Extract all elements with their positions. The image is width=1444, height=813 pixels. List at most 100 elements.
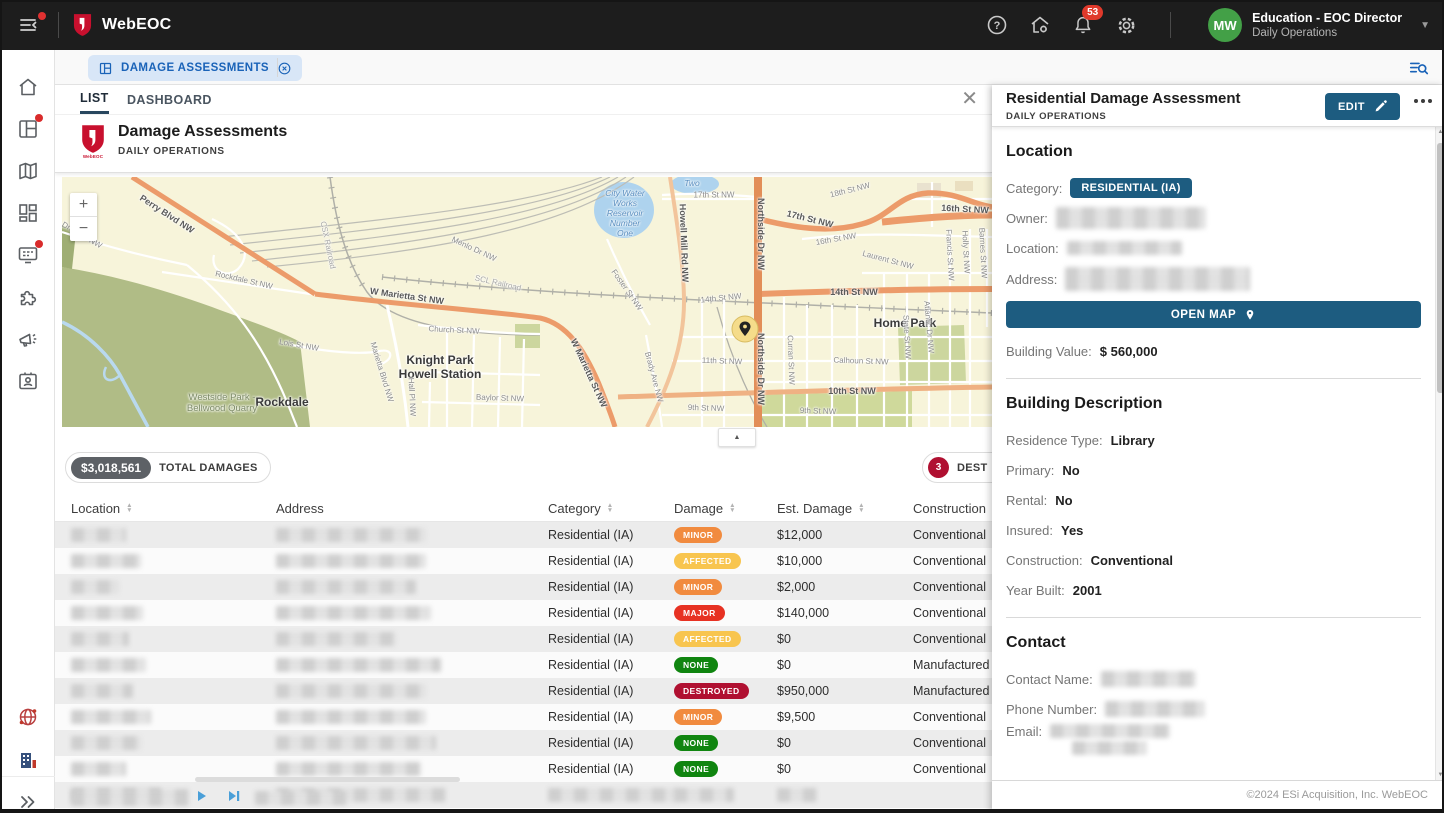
field-row: Building Value:$ 560,000 xyxy=(1006,336,1421,366)
table-row[interactable]: Residential (IA)NONE$0Manufactured xyxy=(55,652,992,678)
table-row[interactable]: Residential (IA)MINOR$9,500Conventional xyxy=(55,704,992,730)
copyright-text: ©2024 ESi Acquisition, Inc. WebEOC xyxy=(1246,789,1428,801)
vertical-scrollbar[interactable]: ▲ ▼ xyxy=(1435,127,1444,780)
settings-button[interactable] xyxy=(1113,12,1139,38)
field-value: Conventional xyxy=(1091,553,1173,568)
open-map-button[interactable]: OPEN MAP xyxy=(1006,301,1421,328)
table-row[interactable]: Residential (IA)MAJOR$140,000Conventiona… xyxy=(55,600,992,626)
location-cell xyxy=(71,632,276,647)
field-label: Residence Type: xyxy=(1006,433,1103,448)
total-damages-label: TOTAL DAMAGES xyxy=(159,462,258,474)
redacted-multiline xyxy=(1050,724,1170,755)
board-icon xyxy=(98,61,113,76)
sort-icon[interactable]: ▲▼ xyxy=(126,503,132,513)
panel-header: Residential Damage Assessment DAILY OPER… xyxy=(992,85,1444,127)
scrollbar-thumb[interactable] xyxy=(1437,143,1444,393)
construction-cell: Manufactured xyxy=(913,658,992,672)
user-menu[interactable]: MW Education - EOC Director Daily Operat… xyxy=(1208,8,1430,42)
help-button[interactable]: ? xyxy=(984,12,1010,38)
zoom-out-button[interactable]: − xyxy=(70,217,97,241)
last-page-button[interactable] xyxy=(227,789,241,803)
construction-cell: Conventional xyxy=(913,554,992,568)
damage-cell: NONE xyxy=(674,735,777,751)
redacted-text xyxy=(1105,701,1205,717)
summary-row: $3,018,561 TOTAL DAMAGES 3 DEST xyxy=(55,450,992,490)
field-row: Primary:No xyxy=(1006,455,1421,485)
open-map-label: OPEN MAP xyxy=(1171,309,1236,321)
sort-icon[interactable]: ▲▼ xyxy=(858,503,864,513)
damage-badge: AFFECTED xyxy=(674,553,741,569)
table-row[interactable]: Residential (IA)MINOR$2,000Conventional xyxy=(55,574,992,600)
sidebar-item-organization[interactable] xyxy=(16,748,40,772)
edit-button-label: EDIT xyxy=(1338,101,1365,113)
damage-cell: AFFECTED xyxy=(674,553,777,569)
table-row[interactable]: Residential (IA)NONE$0Conventional xyxy=(55,730,992,756)
scroll-down-icon[interactable]: ▼ xyxy=(1436,772,1444,778)
main-menu-button[interactable] xyxy=(14,10,44,40)
workspace-tab-damage-assessments[interactable]: DAMAGE ASSESSMENTS xyxy=(88,55,302,81)
damage-badge: NONE xyxy=(674,761,718,777)
column-header-category[interactable]: Category▲▼ xyxy=(548,501,674,516)
field-label: Building Value: xyxy=(1006,344,1092,359)
sidebar-item-maps[interactable] xyxy=(16,159,40,183)
home-settings-button[interactable] xyxy=(1027,12,1053,38)
field-row: Phone Number: xyxy=(1006,694,1421,724)
map-marker-pin[interactable] xyxy=(731,315,759,343)
table-row[interactable]: Residential (IA)MINOR$12,000Conventional xyxy=(55,522,992,548)
sidebar-item-apps[interactable] xyxy=(16,201,40,225)
gear-icon xyxy=(1115,14,1138,37)
sidebar-item-contacts[interactable] xyxy=(16,369,40,393)
sidebar-item-plugins[interactable] xyxy=(16,285,40,309)
destroyed-label: DEST xyxy=(957,462,988,474)
sidebar-item-alerts[interactable] xyxy=(16,327,40,351)
sidebar-item-boards[interactable] xyxy=(16,117,40,141)
damage-badge: MINOR xyxy=(674,527,722,543)
column-label: Construction xyxy=(913,501,986,516)
board-search-button[interactable] xyxy=(1408,57,1430,79)
column-header-damage[interactable]: Damage▲▼ xyxy=(674,501,777,516)
next-page-button[interactable] xyxy=(195,789,209,803)
close-tab-icon[interactable] xyxy=(277,61,292,76)
redacted-text xyxy=(1065,267,1250,291)
damage-cell: NONE xyxy=(674,761,777,777)
edit-button[interactable]: EDIT xyxy=(1325,93,1400,120)
category-cell: Residential (IA) xyxy=(548,736,674,750)
scroll-up-icon[interactable]: ▲ xyxy=(1436,129,1444,135)
sort-icon[interactable]: ▲▼ xyxy=(729,503,735,513)
sort-icon[interactable]: ▲▼ xyxy=(607,503,613,513)
field-row: Location: xyxy=(1006,233,1421,263)
column-header-construction[interactable]: Construction▲▼ xyxy=(913,501,992,516)
table-row[interactable]: Residential (IA)AFFECTED$0Conventional xyxy=(55,626,992,652)
contact-card-icon xyxy=(16,369,40,393)
field-value: 2001 xyxy=(1073,583,1102,598)
table-row[interactable]: Residential (IA)DESTROYED$950,000Manufac… xyxy=(55,678,992,704)
sidebar-item-web-viewer[interactable] xyxy=(16,705,40,729)
column-header-address: Address xyxy=(276,501,548,516)
tab-list[interactable]: LIST xyxy=(80,85,109,114)
address-cell xyxy=(276,762,548,777)
column-header-est-damage[interactable]: Est. Damage▲▼ xyxy=(777,501,913,516)
map-view[interactable]: RockdaleHome ParkKnight Park Howell Stat… xyxy=(62,177,992,427)
redacted-text xyxy=(276,606,431,620)
double-chevron-right-icon xyxy=(16,790,40,813)
horizontal-scrollbar[interactable] xyxy=(195,777,460,782)
location-cell xyxy=(71,736,276,751)
zoom-in-button[interactable]: + xyxy=(70,193,97,217)
sidebar-item-messages[interactable] xyxy=(16,243,40,267)
redacted-text xyxy=(276,632,396,646)
column-header-location[interactable]: Location▲▼ xyxy=(71,501,276,516)
notifications-button[interactable]: 53 xyxy=(1070,12,1096,38)
messages-notification-dot xyxy=(35,240,43,248)
close-board-icon[interactable]: ✕ xyxy=(961,89,978,109)
sidebar-item-home[interactable] xyxy=(16,75,40,99)
redacted-text xyxy=(276,684,426,698)
tab-dashboard[interactable]: DASHBOARD xyxy=(127,85,212,114)
field-label: Category: xyxy=(1006,181,1062,196)
table-row[interactable]: Residential (IA)AFFECTED$10,000Conventio… xyxy=(55,548,992,574)
field-row: Address: xyxy=(1006,263,1421,295)
more-menu-icon[interactable] xyxy=(1414,99,1432,103)
sidebar-expand-button[interactable] xyxy=(16,790,40,813)
category-badge: RESIDENTIAL (IA) xyxy=(1070,178,1191,198)
board-logo: WebEOC xyxy=(80,124,106,164)
collapse-map-button[interactable]: ▲ xyxy=(718,428,756,447)
